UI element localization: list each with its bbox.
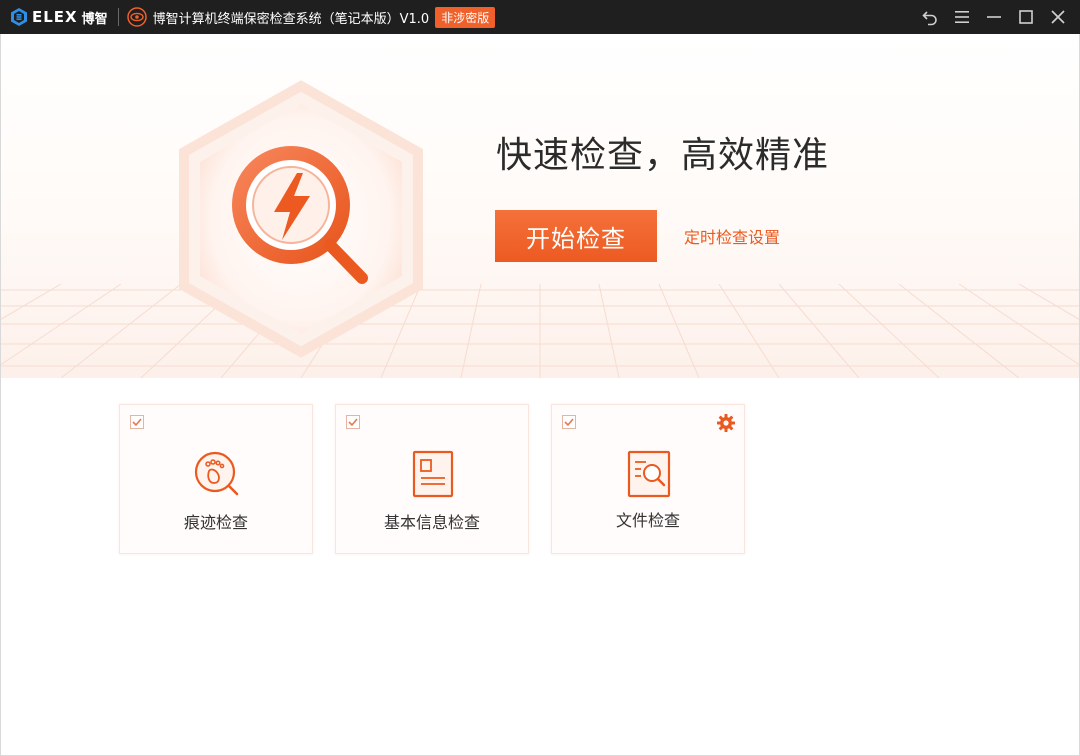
checkmark-icon	[564, 418, 574, 427]
app-logo: ELEX 博智	[10, 7, 108, 27]
menu-icon[interactable]	[952, 7, 972, 27]
file-check-label: 文件检查	[615, 511, 680, 530]
start-check-button[interactable]: 开始检查	[495, 210, 657, 262]
eye-shield-icon	[126, 7, 147, 27]
close-icon[interactable]	[1048, 7, 1068, 27]
titlebar-divider	[117, 8, 119, 26]
file-check-card[interactable]: 文件检查	[551, 404, 745, 554]
gear-icon[interactable]	[716, 413, 736, 433]
schedule-check-settings-link[interactable]: 定时检查设置	[684, 224, 780, 248]
hero-banner: 快速检查，高效精准 开始检查 定时检查设置	[1, 34, 1079, 378]
elex-logo-icon	[11, 8, 27, 26]
back-icon[interactable]	[920, 7, 940, 27]
mode-badge: 非涉密版	[435, 6, 496, 28]
footprint-search-icon	[194, 451, 239, 496]
checkmark-icon	[132, 418, 142, 427]
basic-info-check-checkbox[interactable]	[346, 415, 360, 429]
window-controls	[920, 0, 1068, 34]
checkmark-icon	[348, 418, 358, 427]
lightning-search-emblem-icon	[179, 80, 423, 358]
minimize-icon[interactable]	[984, 7, 1004, 27]
title-bar: ELEX 博智 博智计算机终端保密检查系统（笔记本版）V1.0 非涉密版	[0, 0, 1080, 34]
perspective-grid-decoration	[1, 284, 1079, 378]
maximize-icon[interactable]	[1016, 7, 1036, 27]
basic-info-check-label: 基本信息检查	[383, 513, 480, 532]
app-title: 博智计算机终端保密检查系统（笔记本版）V1.0	[152, 11, 430, 27]
info-card-icon	[412, 450, 454, 498]
trace-check-card[interactable]: 痕迹检查	[119, 404, 313, 554]
hero-title: 快速检查，高效精准	[496, 135, 830, 176]
file-check-checkbox[interactable]	[562, 415, 576, 429]
logo-cn-text: 博智	[81, 11, 108, 27]
basic-info-check-card[interactable]: 基本信息检查	[335, 404, 529, 554]
logo-text: ELEX	[32, 8, 78, 26]
trace-check-label: 痕迹检查	[183, 513, 248, 532]
trace-check-checkbox[interactable]	[130, 415, 144, 429]
document-search-icon	[627, 450, 671, 498]
